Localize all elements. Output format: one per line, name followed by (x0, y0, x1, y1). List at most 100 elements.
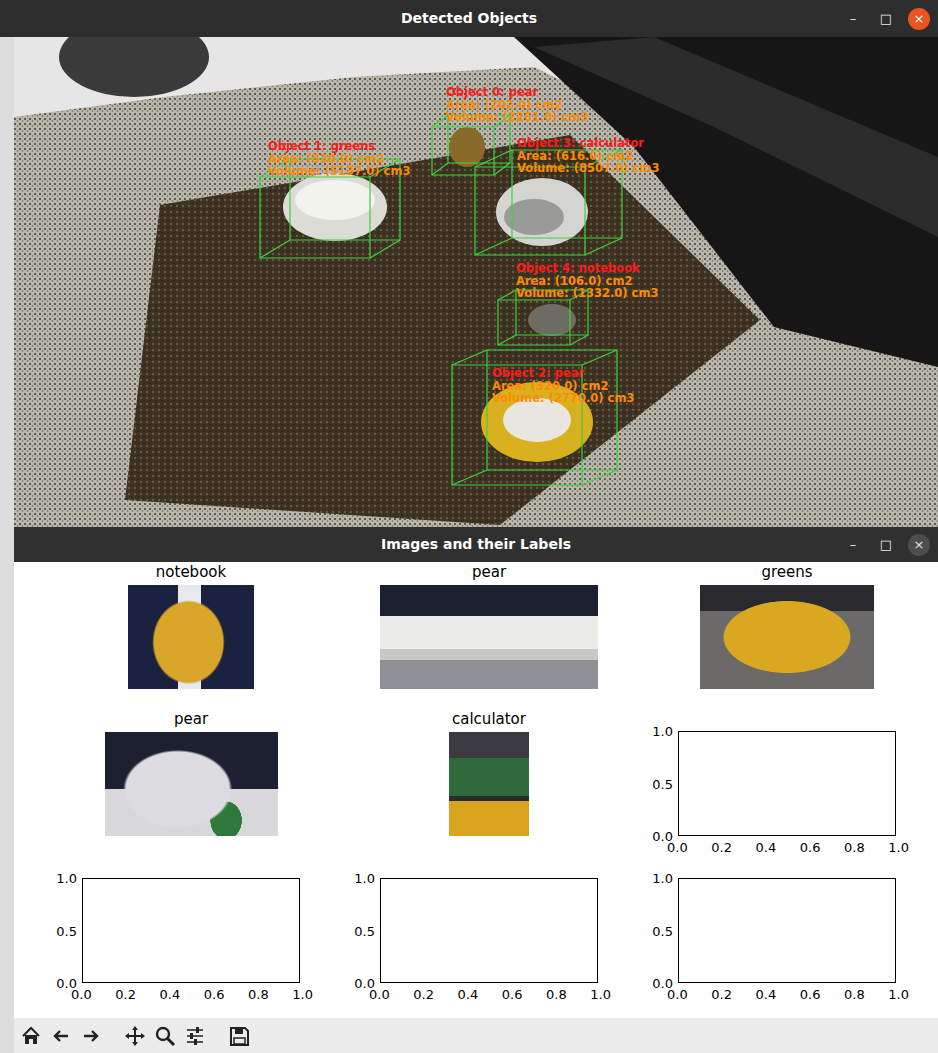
object-heading: Object 0: pear (446, 86, 588, 99)
object-heading: Object 4: notebook (516, 262, 658, 275)
object-label: Object 4: notebookArea: (106.0) cm2Volum… (516, 262, 658, 300)
subplot-area (82, 731, 300, 836)
x-tick-label: 0.6 (502, 987, 523, 1003)
object-volume: Volume: (2261.0) cm3 (446, 111, 588, 124)
subplot: 1.00.50.00.00.20.40.60.81.0 (340, 856, 638, 1003)
object-volume: Volume: (2770.0) cm3 (492, 392, 634, 405)
empty-axes: 1.00.50.00.00.20.40.60.81.0 (380, 878, 598, 983)
subplot-title: greens (761, 562, 812, 584)
y-ticks: 1.00.50.0 (354, 871, 381, 992)
home-button[interactable] (18, 1023, 44, 1049)
x-tick-label: 0.6 (800, 987, 821, 1003)
x-tick-label: 0.2 (115, 987, 136, 1003)
subplot-area: 1.00.50.00.00.20.40.60.81.0 (678, 731, 896, 836)
x-tick-label: 0.4 (458, 987, 479, 1003)
y-ticks: 1.00.50.0 (652, 871, 679, 992)
object-area: Area: (530.0) cm2 (268, 153, 410, 166)
back-button[interactable] (48, 1023, 74, 1049)
home-icon (20, 1025, 42, 1047)
subplot: pear (42, 709, 340, 856)
subplot-title: pear (174, 709, 208, 731)
subplot-area (380, 731, 598, 836)
lower-row: Images and their Labels –□ × notebook pear gr… (0, 527, 938, 1053)
x-tick-label: 1.0 (888, 840, 909, 856)
y-tick-label: 0.5 (652, 924, 673, 940)
y-ticks: 1.00.50.0 (652, 724, 679, 845)
point-cloud-view[interactable]: Object 0: pearArea: (202.0) cm2Volume: (… (14, 37, 938, 527)
object-volume: Volume: (1332.0) cm3 (516, 287, 658, 300)
x-tick-label: 0.2 (413, 987, 434, 1003)
y-ticks: 1.00.50.0 (56, 871, 83, 992)
minimize-button[interactable]: – (842, 534, 864, 556)
object-area: Area: (106.0) cm2 (516, 275, 658, 288)
x-tick-label: 1.0 (888, 987, 909, 1003)
save-button[interactable] (226, 1023, 252, 1049)
object-heading: Object 3: calculator (517, 137, 659, 150)
window-body: Object 0: pearArea: (202.0) cm2Volume: (… (0, 37, 938, 527)
x-tick-label: 1.0 (292, 987, 313, 1003)
matplotlib-toolbar (14, 1018, 938, 1053)
magnifier-icon (154, 1025, 176, 1047)
images-labels-window: Images and their Labels –□ × notebook pear gr… (14, 527, 938, 1053)
maximize-button[interactable]: □ (875, 8, 897, 30)
object-image (380, 585, 598, 689)
subplot: 1.00.50.00.00.20.40.60.81.0 (42, 856, 340, 1003)
x-tick-label: 0.8 (844, 840, 865, 856)
x-tick-label: 0.4 (756, 987, 777, 1003)
object-image (128, 585, 254, 689)
close-button[interactable]: × (908, 534, 930, 556)
configure-button[interactable] (182, 1023, 208, 1049)
zoom-button[interactable] (152, 1023, 178, 1049)
forward-arrow-icon (80, 1025, 102, 1047)
detected-objects-window: Detected Objects–□×Object 0: pearArea: (… (0, 0, 938, 527)
x-tick-label: 0.8 (546, 987, 567, 1003)
window-controls: –□ × (571, 534, 938, 556)
object-label: Object 2: pearArea: (320.0) cm2Volume: (… (492, 367, 634, 405)
object-image (700, 585, 874, 689)
x-tick-label: 0.0 (71, 987, 92, 1003)
subplot-title: notebook (156, 562, 226, 584)
y-tick-label: 1.0 (354, 871, 375, 887)
y-tick-label: 0.5 (652, 777, 673, 793)
y-tick-label: 1.0 (652, 871, 673, 887)
close-button[interactable]: × (908, 8, 930, 30)
bounding-box (432, 115, 510, 175)
matplotlib-figure: notebookpeargreenspearcalculator1.00.50.… (14, 562, 938, 1018)
empty-axes: 1.00.50.00.00.20.40.60.81.0 (678, 878, 896, 983)
object-label: Object 3: calculatorArea: (616.0) cm2Vol… (517, 137, 659, 175)
subplot: 1.00.50.00.00.20.40.60.81.0 (638, 709, 936, 856)
object-heading: Object 2: pear (492, 367, 634, 380)
subplot-area: 1.00.50.00.00.20.40.60.81.0 (380, 878, 598, 983)
subplot: calculator (340, 709, 638, 856)
back-arrow-icon (50, 1025, 72, 1047)
x-tick-label: 0.2 (711, 840, 732, 856)
subplot: greens (638, 562, 936, 709)
y-tick-label: 1.0 (56, 871, 77, 887)
subplot-title: calculator (452, 709, 526, 731)
object-volume: Volume: (8507.0) cm3 (517, 162, 659, 175)
x-ticks: 0.00.20.40.60.81.0 (71, 982, 313, 1003)
subplot: notebook (42, 562, 340, 709)
empty-axes: 1.00.50.00.00.20.40.60.81.0 (82, 878, 300, 983)
y-tick-label: 0.5 (354, 924, 375, 940)
x-tick-label: 1.0 (590, 987, 611, 1003)
forward-button[interactable] (78, 1023, 104, 1049)
x-ticks: 0.00.20.40.60.81.0 (667, 835, 909, 856)
subplot-area: 1.00.50.00.00.20.40.60.81.0 (678, 878, 896, 983)
object-volume: Volume: (5137.0) cm3 (268, 165, 410, 178)
sliders-icon (184, 1025, 206, 1047)
window-title: Images and their Labels (381, 534, 571, 555)
y-tick-label: 1.0 (652, 724, 673, 740)
object-image (105, 732, 278, 836)
x-ticks: 0.00.20.40.60.81.0 (667, 982, 909, 1003)
x-tick-label: 0.0 (667, 840, 688, 856)
subplot: 1.00.50.00.00.20.40.60.81.0 (638, 856, 936, 1003)
object-area: Area: (202.0) cm2 (446, 99, 588, 112)
title-bar: Images and their Labels –□ × (14, 527, 938, 562)
pan-button[interactable] (122, 1023, 148, 1049)
maximize-button[interactable]: □ (875, 534, 897, 556)
minimize-button[interactable]: – (842, 8, 864, 30)
x-tick-label: 0.2 (711, 987, 732, 1003)
object-heading: Object 1: greens (268, 140, 410, 153)
window-controls: –□ × (537, 8, 938, 30)
